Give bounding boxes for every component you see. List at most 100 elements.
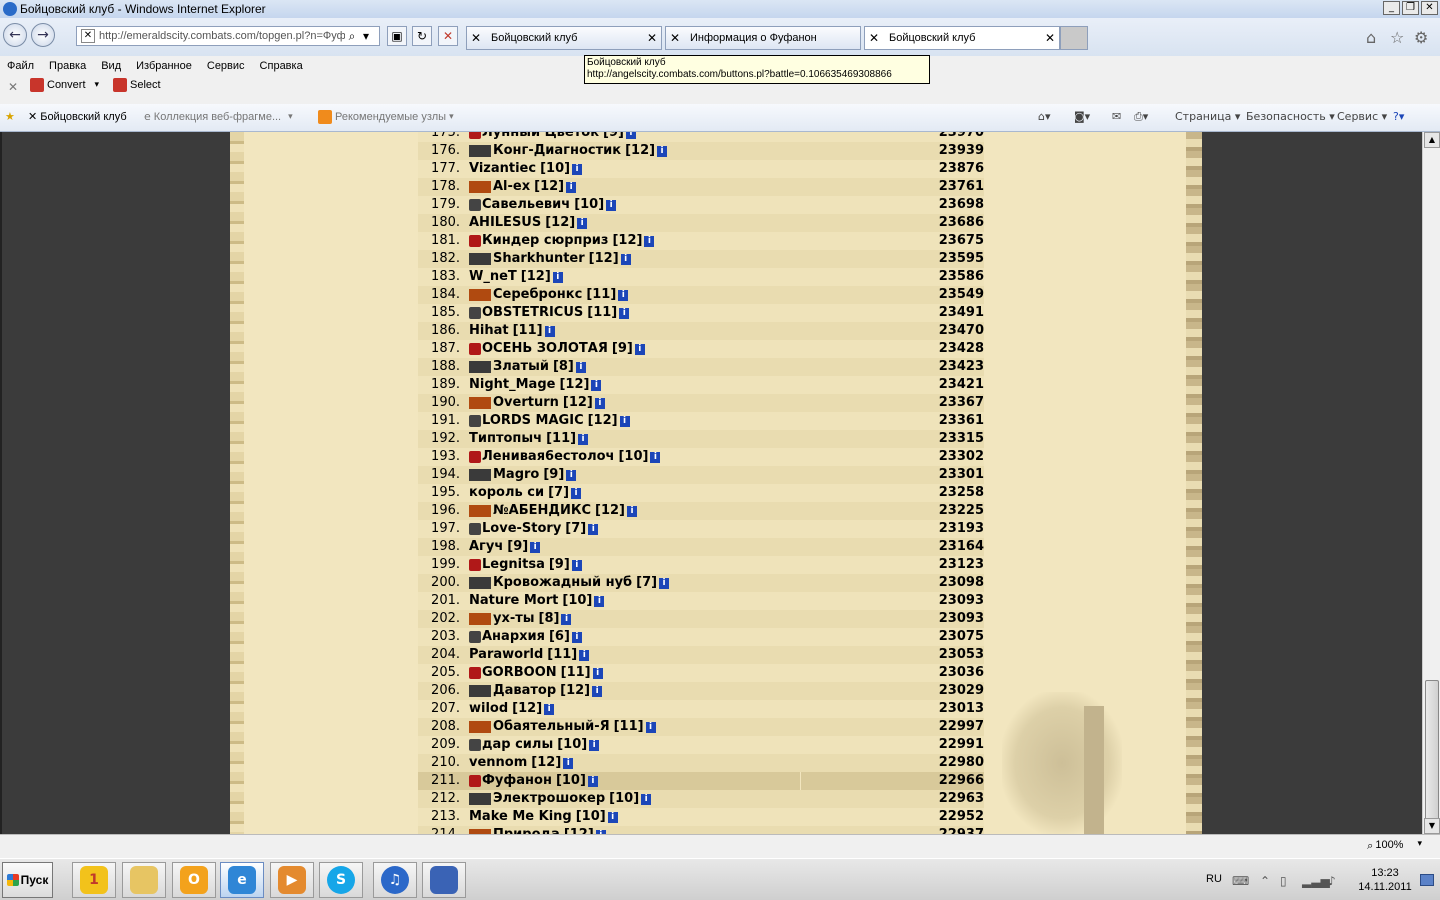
clan-emblem-icon[interactable] xyxy=(469,343,481,355)
info-icon[interactable]: i xyxy=(592,685,603,697)
scroll-up-arrow-icon[interactable]: ▲ xyxy=(1424,132,1440,148)
search-icon[interactable]: ⌕ xyxy=(345,29,359,44)
stop-button[interactable]: ✕ xyxy=(438,26,458,46)
info-icon[interactable]: i xyxy=(588,523,599,535)
minimize-button[interactable]: _ xyxy=(1383,1,1400,15)
select-button[interactable]: Select xyxy=(113,78,161,92)
menu-tools[interactable]: Сервис xyxy=(207,60,245,72)
safety-menu[interactable]: Безопасность ▾ xyxy=(1246,110,1335,123)
device-icon[interactable]: ▯ xyxy=(1280,874,1287,888)
volume-icon[interactable]: ♪ xyxy=(1328,874,1336,888)
info-icon[interactable]: i xyxy=(561,613,572,625)
taskbar-outlook[interactable]: O xyxy=(172,862,216,898)
info-icon[interactable]: i xyxy=(544,703,555,715)
favorite-site-link[interactable]: ✕ Бойцовский клуб xyxy=(28,110,127,123)
page-menu[interactable]: Страница ▾ xyxy=(1175,110,1240,123)
info-icon[interactable]: i xyxy=(589,739,600,751)
clan-emblem-icon[interactable] xyxy=(469,739,481,751)
suggested-sites-link[interactable]: Рекомендуемые узлы ▾ xyxy=(318,110,454,124)
convert-button[interactable]: Convert ▾ xyxy=(30,78,99,92)
taskbar-media-player[interactable]: ▶ xyxy=(270,862,314,898)
taskbar-skype[interactable]: S xyxy=(319,862,363,898)
clan-emblem-icon[interactable] xyxy=(469,685,491,697)
help-icon[interactable]: ?▾ xyxy=(1393,110,1404,123)
info-icon[interactable]: i xyxy=(544,325,555,337)
taskbar-internet-explorer[interactable]: e xyxy=(220,862,264,898)
scroll-down-arrow-icon[interactable]: ▼ xyxy=(1424,818,1440,834)
clan-emblem-icon[interactable] xyxy=(469,289,491,301)
close-toolbar-icon[interactable]: ✕ xyxy=(8,80,18,94)
tools-gear-icon[interactable]: ⚙ xyxy=(1414,28,1428,47)
clan-emblem-icon[interactable] xyxy=(469,577,491,589)
chevron-down-icon[interactable]: ▾ xyxy=(288,112,293,122)
info-icon[interactable]: i xyxy=(566,469,577,481)
menu-help[interactable]: Справка xyxy=(260,60,303,72)
info-icon[interactable]: i xyxy=(594,595,605,607)
taskbar-network-app[interactable] xyxy=(422,862,466,898)
info-icon[interactable]: i xyxy=(592,667,603,679)
clan-emblem-icon[interactable] xyxy=(469,451,481,463)
info-icon[interactable]: i xyxy=(579,649,590,661)
clan-emblem-icon[interactable] xyxy=(469,775,481,787)
info-icon[interactable]: i xyxy=(634,343,645,355)
address-input[interactable]: http://emeraldscity.combats.com/topgen.p… xyxy=(99,30,345,42)
taskbar-itunes[interactable]: ♫ xyxy=(373,862,417,898)
clan-emblem-icon[interactable] xyxy=(469,361,491,373)
maximize-button[interactable]: ❐ xyxy=(1402,1,1419,15)
clan-emblem-icon[interactable] xyxy=(469,307,481,319)
address-bar[interactable]: ✕ http://emeraldscity.combats.com/topgen… xyxy=(76,26,380,46)
info-icon[interactable]: i xyxy=(572,163,583,175)
network-signal-icon[interactable]: ▂▃▅ xyxy=(1302,874,1330,888)
clan-emblem-icon[interactable] xyxy=(469,559,481,571)
info-icon[interactable]: i xyxy=(625,132,636,139)
tab-combats-1[interactable]: ✕ Бойцовский клуб ✕ xyxy=(466,26,662,50)
clan-emblem-icon[interactable] xyxy=(469,793,491,805)
info-icon[interactable]: i xyxy=(566,181,577,193)
clan-emblem-icon[interactable] xyxy=(469,469,491,481)
info-icon[interactable]: i xyxy=(619,415,630,427)
clan-emblem-icon[interactable] xyxy=(469,613,491,625)
info-icon[interactable]: i xyxy=(626,505,637,517)
web-slice-gallery-link[interactable]: e Коллекция веб-фрагме... ▾ xyxy=(144,110,293,123)
menu-edit[interactable]: Правка xyxy=(49,60,86,72)
menu-view[interactable]: Вид xyxy=(101,60,121,72)
back-button[interactable]: ← xyxy=(3,23,27,47)
feeds-icon[interactable]: ◙▾ xyxy=(1074,110,1090,123)
info-icon[interactable]: i xyxy=(644,235,655,247)
info-icon[interactable]: i xyxy=(607,811,618,823)
tab-combats-2[interactable]: ✕ Бойцовский клуб ✕ xyxy=(864,26,1060,50)
info-icon[interactable]: i xyxy=(530,541,541,553)
info-icon[interactable]: i xyxy=(619,307,630,319)
info-icon[interactable]: i xyxy=(575,361,586,373)
taskbar-explorer[interactable] xyxy=(122,862,166,898)
forward-button[interactable]: → xyxy=(31,23,55,47)
show-desktop-button[interactable] xyxy=(1420,874,1434,886)
clan-emblem-icon[interactable] xyxy=(469,132,481,139)
chevron-down-icon[interactable]: ▾ xyxy=(1417,839,1422,853)
info-icon[interactable]: i xyxy=(591,379,602,391)
clan-emblem-icon[interactable] xyxy=(469,523,481,535)
clan-emblem-icon[interactable] xyxy=(469,181,491,193)
info-icon[interactable]: i xyxy=(641,793,652,805)
add-favorites-icon[interactable]: ★ xyxy=(5,110,15,123)
info-icon[interactable]: i xyxy=(650,451,661,463)
chevron-down-icon[interactable]: ▾ xyxy=(95,80,100,90)
language-indicator[interactable]: RU xyxy=(1206,873,1222,885)
info-icon[interactable]: i xyxy=(657,145,668,157)
close-window-button[interactable]: ✕ xyxy=(1421,1,1438,15)
clan-emblem-icon[interactable] xyxy=(469,145,491,157)
start-button[interactable]: Пуск xyxy=(2,862,53,898)
tools-menu[interactable]: Сервис ▾ xyxy=(1337,110,1387,123)
clan-emblem-icon[interactable] xyxy=(469,631,481,643)
info-icon[interactable]: i xyxy=(618,289,629,301)
tab-close-icon[interactable]: ✕ xyxy=(1045,31,1055,45)
info-icon[interactable]: i xyxy=(587,775,598,787)
clock[interactable]: 13:23 14.11.2011 xyxy=(1354,866,1416,894)
clan-emblem-icon[interactable] xyxy=(469,199,481,211)
vertical-scrollbar[interactable]: ▲ ▼ xyxy=(1422,132,1440,834)
info-icon[interactable]: i xyxy=(578,433,589,445)
chevron-down-icon[interactable]: ▾ xyxy=(449,112,454,122)
scroll-thumb[interactable] xyxy=(1425,680,1439,820)
info-icon[interactable]: i xyxy=(571,631,582,643)
clan-emblem-icon[interactable] xyxy=(469,721,491,733)
